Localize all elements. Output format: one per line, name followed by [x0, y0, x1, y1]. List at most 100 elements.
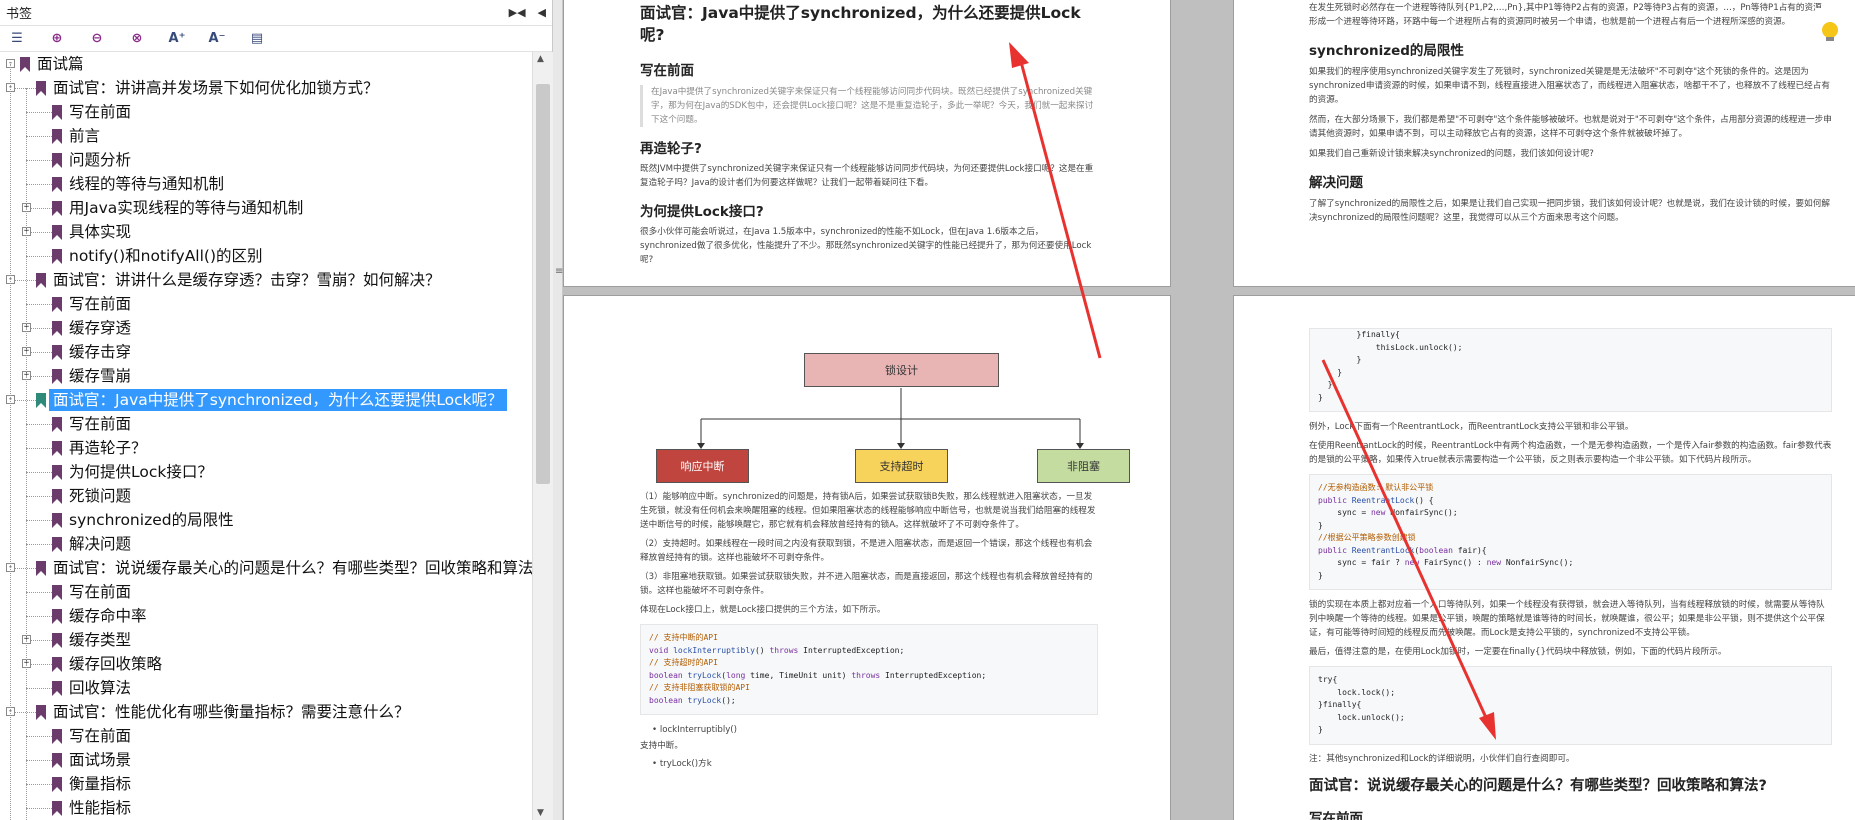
add-bookmark-icon[interactable]: ⊕ — [48, 30, 66, 48]
bookmark-label: 写在前面 — [69, 295, 132, 313]
bookmark-properties-icon[interactable]: ▤ — [248, 30, 266, 48]
code-line: // 支持中断的API — [649, 633, 718, 642]
pdf-page-3: 锁设计 响应中断 支持超时 非阻塞 （1）能够响应中断。synchronized… — [563, 295, 1171, 820]
bookmark-label: 写在前面 — [69, 727, 132, 745]
tips-button[interactable] — [1815, 8, 1845, 52]
bookmark-item[interactable]: + 缓存穿透 — [0, 316, 532, 340]
page4-para-4: 最后，值得注意的是，在使用Lock加锁时，一定要在finally{}代码块中释放… — [1309, 647, 1727, 657]
bookmark-item[interactable]: + 缓存雪崩 — [0, 364, 532, 388]
bookmark-item[interactable]: 死锁问题 — [0, 484, 532, 508]
bookmark-item[interactable]: 写在前面 — [0, 292, 532, 316]
page1-heading-why: 为何提供Lock接口? — [640, 204, 764, 220]
tree-connector — [26, 304, 52, 305]
code-line: boolean tryLock(); — [649, 695, 736, 705]
code-line: // 支持超时的API — [649, 658, 718, 667]
tree-scrollbar[interactable]: ▲ ▼ — [532, 52, 553, 820]
bookmark-prev-icon[interactable]: ⊖ — [88, 30, 106, 48]
page2-para-solve: 了解了synchronized的局限性之后，如果是让我们自己实现一把同步锁，我们… — [1309, 199, 1830, 223]
bookmark-label: 面试场景 — [69, 751, 132, 769]
bookmarks-panel-title: 书签 — [6, 7, 33, 22]
bookmark-label: 性能指标 — [69, 799, 132, 817]
bookmark-item[interactable]: - 面试官：性能优化有哪些衡量指标？需要注意什么？ — [0, 700, 532, 724]
bookmark-label: 用Java实现线程的等待与通知机制 — [69, 199, 304, 217]
bookmark-next-icon[interactable]: ⊗ — [128, 30, 146, 48]
panel-splitter[interactable]: ≡ — [553, 0, 563, 820]
tree-connector — [26, 184, 52, 185]
bookmark-label: 缓存命中率 — [69, 607, 147, 625]
bookmark-item[interactable]: + 用Java实现线程的等待与通知机制 — [0, 196, 532, 220]
bookmark-label: 缓存击穿 — [69, 343, 132, 361]
bookmark-item[interactable]: 前言 — [0, 124, 532, 148]
bookmark-item[interactable]: 写在前面 — [0, 724, 532, 748]
bookmark-item[interactable]: 写在前面 — [0, 580, 532, 604]
code-line: // 支持非阻塞获取锁的API — [649, 683, 750, 692]
bookmark-icon — [52, 345, 62, 360]
font-decrease-icon[interactable]: A⁻ — [208, 30, 226, 48]
bookmark-item[interactable]: 回收算法 — [0, 676, 532, 700]
bookmark-item[interactable]: 问题分析 — [0, 148, 532, 172]
bookmark-label: 衡量指标 — [69, 775, 132, 793]
bookmark-item[interactable]: - 面试官：Java中提供了synchronized，为什么还要提供Lock呢？ — [0, 388, 532, 412]
bookmark-icon — [52, 513, 62, 528]
code-line: }finally{ — [1318, 330, 1400, 339]
bookmark-item[interactable]: 写在前面 — [0, 100, 532, 124]
code-line: lock.unlock(); — [1318, 712, 1405, 722]
bookmark-item[interactable]: 写在前面 — [0, 412, 532, 436]
code-line: lock.lock(); — [1318, 687, 1396, 697]
page2-heading-solve: 解决问题 — [1309, 175, 1363, 191]
bookmark-item[interactable]: + 缓存回收策略 — [0, 652, 532, 676]
bookmark-icon — [52, 369, 62, 384]
bookmarks-panel: 书签 ▶◀ ◀ ☰ ⊕ ⊖ ⊗ A⁺ A⁻ ▤ - 面试篇 - 面试官：讲讲高并发场景… — [0, 0, 553, 820]
page3-para-4: 体现在Lock接口上，就是Lock接口提供的三个方法，如下所示。 — [640, 605, 886, 615]
bookmark-item[interactable]: 面试场景 — [0, 748, 532, 772]
bookmark-item[interactable]: 性能指标 — [0, 796, 532, 820]
tree-connector — [26, 784, 52, 785]
bookmark-item[interactable]: notify()和notifyAll()的区别 — [0, 244, 532, 268]
bookmark-item[interactable]: synchronized的局限性 — [0, 508, 532, 532]
bookmark-icon — [52, 297, 62, 312]
page1-heading-wheel: 再造轮子? — [640, 141, 702, 157]
bookmark-item[interactable]: 线程的等待与通知机制 — [0, 172, 532, 196]
page4-code-bottom: try{ lock.lock();}finally{ lock.unlock()… — [1309, 666, 1832, 745]
bookmark-item[interactable]: + 缓存类型 — [0, 628, 532, 652]
page3-para-5: 支持中断。 — [640, 741, 683, 751]
tree-guide-line — [10, 64, 11, 820]
bookmark-item[interactable]: 缓存命中率 — [0, 604, 532, 628]
page4-code-top: }finally{ thisLock.unlock(); } } }} — [1309, 328, 1832, 412]
font-increase-icon[interactable]: A⁺ — [168, 30, 186, 48]
bookmark-icon — [36, 393, 46, 408]
tree-connector — [26, 688, 52, 689]
bookmark-icon — [36, 81, 46, 96]
scroll-down-icon[interactable]: ▼ — [537, 808, 544, 818]
page1-para-why: 很多小伙伴可能会听说过，在Java 1.5版本中，synchronized的性能… — [640, 227, 1092, 265]
bookmark-icon — [36, 561, 46, 576]
bookmark-item[interactable]: - 面试官：说说缓存最关心的问题是什么？有哪些类型？回收策略和算法？ — [0, 556, 532, 580]
page4-title-next: 面试官：说说缓存最关心的问题是什么？有哪些类型？回收策略和算法? — [1309, 777, 1767, 794]
tree-connector — [26, 808, 52, 809]
pdf-page-1: 面试官：Java中提供了synchronized，为什么还要提供Lock呢? 写… — [563, 0, 1171, 287]
page2-heading-limit: synchronized的局限性 — [1309, 43, 1464, 59]
bookmark-item[interactable]: 为何提供Lock接口？ — [0, 460, 532, 484]
page4-para-1: 例外，Lock下面有一个ReentrantLock，而ReentrantLock… — [1309, 422, 1634, 432]
bookmark-item[interactable]: 解决问题 — [0, 532, 532, 556]
bookmark-item[interactable]: 再造轮子？ — [0, 436, 532, 460]
page2-para-limit3: 如果我们自己重新设计锁来解决synchronized的问题，我们该如何设计呢? — [1309, 149, 1594, 159]
bookmark-label: 缓存类型 — [69, 631, 132, 649]
bookmark-item[interactable]: 衡量指标 — [0, 772, 532, 796]
bookmark-label: 线程的等待与通知机制 — [69, 175, 225, 193]
bookmark-item[interactable]: - 面试官：讲讲什么是缓存穿透？击穿？雪崩？如何解决？ — [0, 268, 532, 292]
bookmark-list-icon[interactable]: ☰ — [8, 30, 26, 48]
scroll-up-icon[interactable]: ▲ — [537, 54, 544, 64]
bookmark-item[interactable]: - 面试官：讲讲高并发场景下如何优化加锁方式？ — [0, 76, 532, 100]
bookmark-item[interactable]: + 缓存击穿 — [0, 340, 532, 364]
bookmarks-toolbar: ☰ ⊕ ⊖ ⊗ A⁺ A⁻ ▤ — [0, 26, 552, 52]
bookmark-label: 再造轮子？ — [69, 439, 147, 457]
pdf-page-2: 在发生死锁时必然存在一个进程等待队列{P1,P2,…,Pn},其中P1等待P2占… — [1233, 0, 1855, 287]
panel-collapse-icon[interactable]: ◀ — [538, 6, 546, 19]
bookmark-label: notify()和notifyAll()的区别 — [69, 247, 263, 265]
bookmark-icon — [52, 729, 62, 744]
bookmark-item[interactable]: - 面试篇 — [0, 52, 532, 76]
panel-expand-icon[interactable]: ▶◀ — [509, 6, 526, 19]
scroll-thumb[interactable] — [536, 84, 550, 484]
bookmark-item[interactable]: + 具体实现 — [0, 220, 532, 244]
